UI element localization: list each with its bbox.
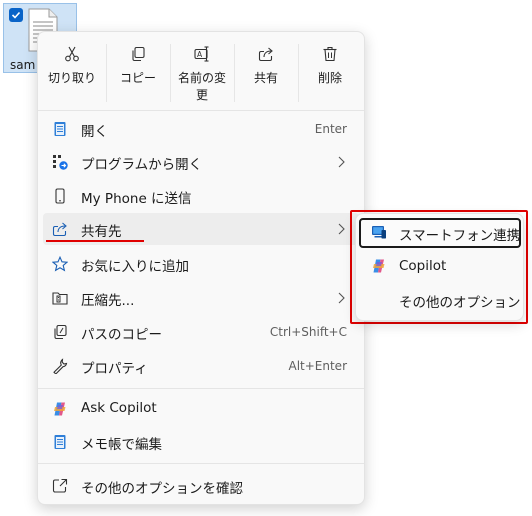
- menu-item-copy-path[interactable]: パスのコピー Ctrl+Shift+C: [43, 316, 359, 348]
- notepad-icon: [54, 122, 66, 136]
- copy-label: コピー: [119, 71, 156, 85]
- menu-divider: [38, 388, 364, 389]
- context-toolbar: 切り取り コピー A 名前の変更 共有 削除: [38, 36, 364, 112]
- cut-label: 切り取り: [47, 71, 96, 85]
- notepad-icon: [54, 435, 66, 449]
- submenu-item-label: その他のオプション: [399, 295, 521, 311]
- svg-text:A: A: [197, 50, 203, 59]
- shortcut-text: Ctrl+Shift+C: [269, 325, 347, 339]
- menu-item-label: 圧縮先...: [81, 293, 135, 309]
- shortcut-text: Alt+Enter: [288, 359, 347, 373]
- trash-icon: [323, 46, 337, 62]
- cut-button[interactable]: 切り取り: [40, 36, 104, 108]
- menu-item-label: My Phone に送信: [81, 191, 192, 207]
- menu-item-label: プログラムから開く: [81, 157, 203, 173]
- menu-divider: [38, 463, 364, 464]
- menu-item-compress[interactable]: 圧縮先...: [43, 282, 359, 314]
- menu-item-ask-copilot[interactable]: Ask Copilot: [43, 393, 359, 425]
- share-icon: [258, 47, 273, 62]
- rename-icon: A: [194, 46, 209, 62]
- star-icon: [52, 256, 68, 272]
- menu-item-label: Ask Copilot: [81, 400, 157, 416]
- submenu-item-label: スマートフォン連携: [399, 228, 521, 244]
- menu-item-open-with[interactable]: プログラムから開く: [43, 146, 359, 178]
- menu-item-label: パスのコピー: [81, 327, 162, 343]
- rename-button[interactable]: A 名前の変更: [170, 36, 234, 108]
- external-link-icon: [52, 478, 68, 493]
- shortcut-text: Enter: [314, 122, 347, 136]
- menu-item-edit-notepad[interactable]: メモ帳で編集: [43, 426, 359, 458]
- submenu-item-other-options[interactable]: その他のオプション: [359, 285, 521, 315]
- menu-item-more-options[interactable]: その他のオプションを確認: [43, 470, 359, 502]
- chevron-right-icon: [338, 223, 345, 235]
- copy-icon: [132, 46, 145, 62]
- scissors-icon: [65, 46, 79, 62]
- context-menu: 切り取り コピー A 名前の変更 共有 削除 開く Enter プログラムから開…: [37, 31, 365, 505]
- share-button[interactable]: 共有: [234, 36, 298, 108]
- share-label: 共有: [253, 71, 278, 85]
- file-name: sam: [10, 58, 36, 72]
- menu-item-label: 共有先: [81, 224, 122, 240]
- menu-item-properties[interactable]: プロパティ Alt+Enter: [43, 350, 359, 382]
- menu-item-send-to-phone[interactable]: My Phone に送信: [43, 180, 359, 212]
- share-icon: [52, 222, 67, 237]
- submenu-item-phone-link[interactable]: スマートフォン連携: [359, 218, 521, 248]
- checkbox-icon[interactable]: [9, 8, 23, 22]
- highlight-underline: [46, 240, 144, 242]
- submenu-item-copilot[interactable]: Copilot: [359, 252, 521, 282]
- menu-item-label: メモ帳で編集: [81, 437, 162, 453]
- submenu-item-label: Copilot: [399, 258, 447, 274]
- rename-label: 名前の変更: [177, 71, 226, 102]
- copy-button[interactable]: コピー: [106, 36, 170, 108]
- phone-link-icon: [372, 226, 386, 239]
- menu-item-label: お気に入りに追加: [81, 259, 189, 275]
- delete-button[interactable]: 削除: [298, 36, 362, 108]
- zip-folder-icon: [52, 292, 68, 305]
- chevron-right-icon: [338, 156, 345, 168]
- share-submenu: スマートフォン連携 Copilot その他のオプション: [355, 213, 524, 321]
- menu-item-label: 開く: [81, 124, 108, 140]
- copilot-icon: [54, 402, 66, 416]
- menu-item-label: その他のオプションを確認: [81, 481, 243, 497]
- delete-label: 削除: [317, 71, 342, 85]
- wrench-icon: [53, 358, 68, 374]
- desktop: sam 切り取り コピー A 名前の変更 共有 削除 開く Enter プログラ…: [0, 0, 532, 516]
- chevron-right-icon: [338, 292, 345, 304]
- menu-divider: [38, 110, 364, 111]
- open-with-icon: [53, 155, 68, 170]
- copilot-icon: [373, 259, 385, 273]
- menu-item-add-favorite[interactable]: お気に入りに追加: [43, 248, 359, 280]
- menu-item-label: プロパティ: [81, 361, 148, 377]
- phone-icon: [55, 188, 65, 204]
- copy-path-icon: [54, 324, 67, 340]
- menu-item-open[interactable]: 開く Enter: [43, 113, 359, 145]
